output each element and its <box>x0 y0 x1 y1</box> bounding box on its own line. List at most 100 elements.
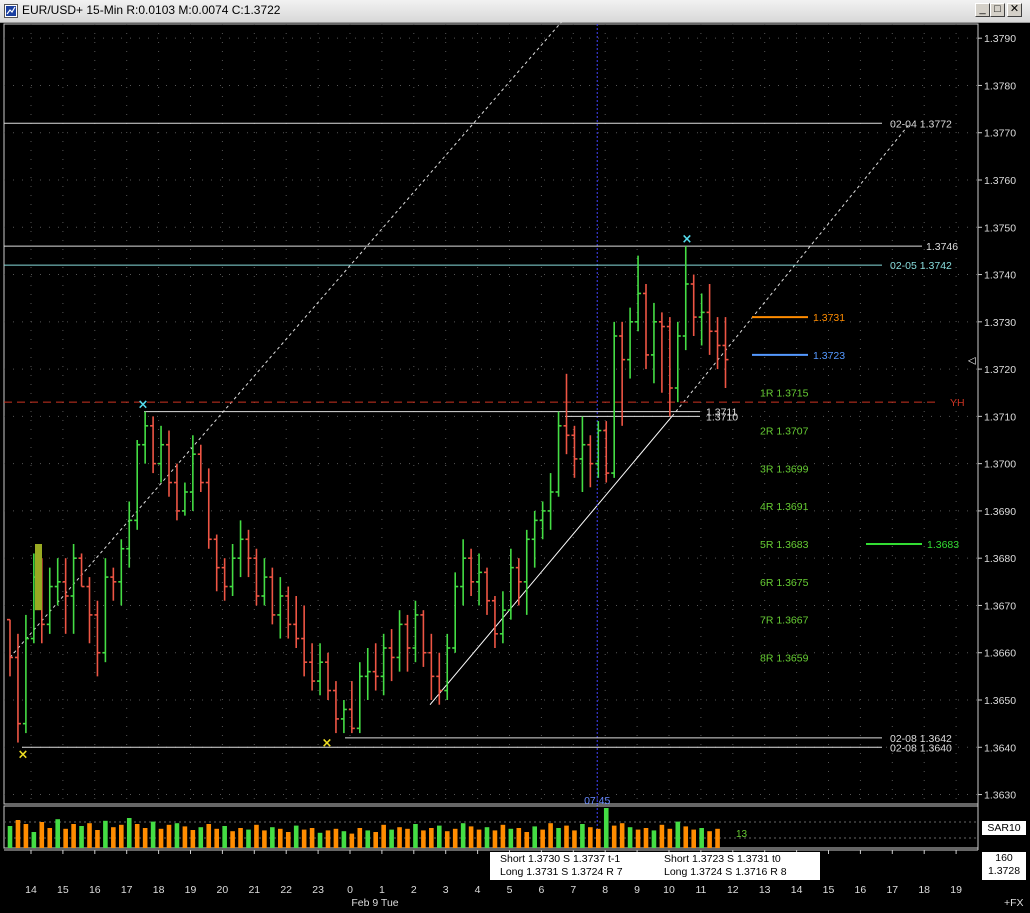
chart-window-icon[interactable] <box>4 4 18 18</box>
volume-bar <box>548 823 553 848</box>
volume-bar <box>468 826 474 848</box>
title-bar[interactable]: EUR/USD+ 15-Min R:0.0103 M:0.0074 C:1.37… <box>0 0 1030 23</box>
ohlc-bar <box>54 558 61 606</box>
ohlc-bar <box>126 501 133 568</box>
time-tick-label: 15 <box>57 884 69 896</box>
ohlc-bar <box>611 321 618 478</box>
ohlc-bar <box>118 539 125 606</box>
summary-long-1: Long 1.3731 S 1.3724 R 7 <box>500 866 623 878</box>
ohlc-bar <box>229 544 236 596</box>
time-tick-label: 21 <box>248 884 260 896</box>
pivot-label: 7R 1.3667 <box>760 615 809 627</box>
price-chart[interactable]: 02-04 1.37721.374602-05 1.3742YH1.37111.… <box>0 22 1030 913</box>
volume-bar <box>444 831 450 848</box>
price-level-label: 1.3710 <box>706 411 738 423</box>
volume-bar <box>516 828 522 848</box>
volume-bar <box>627 827 633 848</box>
price-tick-label: 1.3740 <box>984 270 1016 282</box>
ohlc-bar <box>619 321 626 426</box>
ohlc-bar <box>579 416 586 492</box>
ohlc-bar <box>563 373 570 455</box>
ohlc-bar <box>491 596 498 648</box>
maximize-icon: □ <box>994 3 1001 15</box>
pivot-label: 4R 1.3691 <box>760 501 809 513</box>
volume-bar <box>111 827 116 848</box>
ohlc-bar <box>722 317 729 388</box>
ohlc-bar <box>682 246 689 351</box>
volume-bar <box>222 826 227 848</box>
time-tick-label: 14 <box>791 884 803 896</box>
ohlc-bar <box>110 567 117 601</box>
price-tick-label: 1.3710 <box>984 411 1016 423</box>
ohlc-bar <box>150 416 157 474</box>
ohlc-bar <box>658 312 665 393</box>
volume-bar <box>588 827 593 848</box>
ohlc-bar <box>197 444 204 492</box>
volume-bar <box>39 822 45 848</box>
chart-window: EUR/USD+ 15-Min R:0.0103 M:0.0074 C:1.37… <box>0 0 1030 913</box>
date-label: Feb 9 Tue <box>351 897 398 909</box>
volume-bar <box>262 830 267 848</box>
ohlc-bar <box>515 558 522 606</box>
price-levels: 02-04 1.37721.374602-05 1.3742YH1.37111.… <box>4 118 965 754</box>
pivot-label: 2R 1.3707 <box>760 426 809 438</box>
time-tick-label: 3 <box>443 884 449 896</box>
ohlc-bar <box>698 293 705 346</box>
close-button[interactable]: ✕ <box>1007 3 1022 17</box>
volume-bar <box>691 829 696 848</box>
volume-bar <box>429 828 434 848</box>
volume-bar <box>317 832 323 848</box>
volume-bar <box>285 832 291 848</box>
ohlc-bar <box>380 633 387 696</box>
cursor-time-label: 07:45 <box>584 795 610 807</box>
price-tick-label: 1.3650 <box>984 695 1016 707</box>
volume-bar <box>508 828 514 848</box>
pivot-label: 6R 1.3675 <box>760 577 809 589</box>
price-tick-label: 1.3700 <box>984 459 1016 471</box>
time-tick-label: 0 <box>347 884 353 896</box>
time-tick-label: 13 <box>759 884 771 896</box>
volume-bar <box>611 825 617 848</box>
time-tick-label: 12 <box>727 884 739 896</box>
ohlc-bar <box>213 534 220 592</box>
ohlc-bar <box>142 411 149 464</box>
price-readout-bottom: 1.3728 <box>987 865 1021 877</box>
volume-bar <box>357 828 363 848</box>
ohlc-bar <box>364 648 371 700</box>
minimize-button[interactable]: _ <box>975 3 990 17</box>
volume-bar <box>7 826 13 848</box>
maximize-button[interactable]: □ <box>990 3 1005 17</box>
ohlc-bar <box>94 600 101 677</box>
pivot-labels: 1R 1.3715 2R 1.3707 3R 1.3699 4R 1.3691 5R 1… <box>760 388 809 665</box>
price-axis: 1.3630 1.3640 1.3650 1.3660 1.3670 1.3680 1.36… <box>968 24 1016 850</box>
price-tick-label: 1.3640 <box>984 742 1016 754</box>
volume-bar <box>532 826 537 848</box>
volume-bar <box>119 824 124 848</box>
volume-bar <box>325 830 331 848</box>
pivot-label: 3R 1.3699 <box>760 463 809 475</box>
volume-bar <box>476 829 482 848</box>
ohlc-bar <box>404 614 411 672</box>
volume-bar <box>580 824 585 848</box>
volume-bar <box>556 828 561 848</box>
price-level-label: YH <box>950 397 965 409</box>
volume-bar <box>683 826 689 848</box>
volume-bar <box>564 825 569 848</box>
position-summary: Short 1.3730 S 1.3737 t-1 Long 1.3731 S … <box>490 852 820 880</box>
volume-bar <box>150 821 156 848</box>
volume-bar <box>524 832 530 848</box>
trend-line <box>429 416 673 706</box>
ohlc-bar <box>484 567 490 615</box>
volume-bar <box>95 830 100 848</box>
price-tick-label: 1.3660 <box>984 648 1016 660</box>
pivot-label: 5R 1.3683 <box>760 539 809 551</box>
ohlc-bar <box>499 591 506 644</box>
ohlc-bar <box>62 558 69 634</box>
ohlc-bar <box>340 700 347 734</box>
ohlc-bar <box>523 529 530 615</box>
time-tick-label: 17 <box>121 884 133 896</box>
ohlc-bar <box>674 321 681 403</box>
time-tick-label: 14 <box>25 884 37 896</box>
volume-bar <box>635 829 641 848</box>
ohlc-bar <box>460 539 467 606</box>
